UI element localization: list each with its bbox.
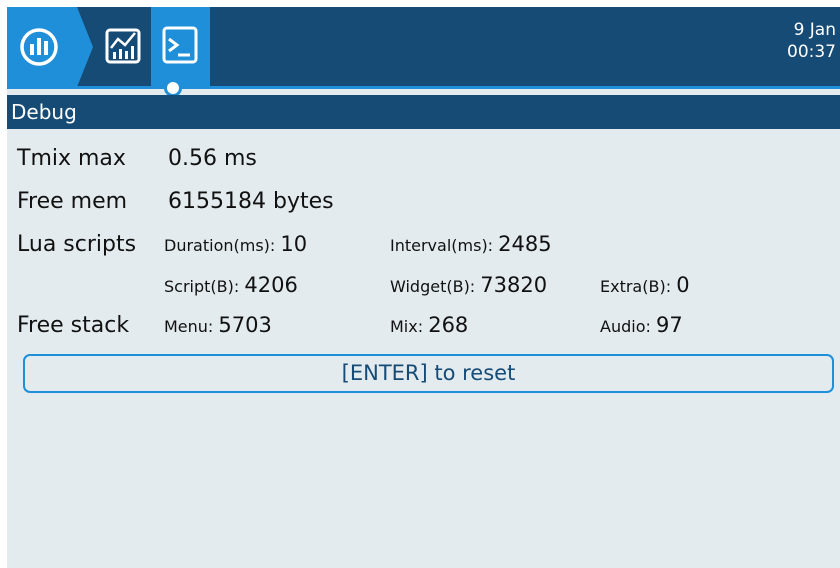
lua-script-mem-value: 4206 <box>244 273 298 297</box>
lua-duration: Duration(ms): 10 <box>164 232 307 256</box>
top-bar: 9 Jan 00:37 <box>7 7 840 97</box>
tmix-value: 0.56 ms <box>168 146 257 171</box>
lua-interval-value: 2485 <box>498 232 552 256</box>
lua-duration-key: Duration(ms): <box>164 236 276 255</box>
stack-mix-value: 268 <box>428 313 469 337</box>
lua-script-mem-key: Script(B): <box>164 277 240 296</box>
stack-mix-key: Mix: <box>390 317 424 336</box>
chart-icon <box>105 28 141 64</box>
stack-menu-key: Menu: <box>164 317 214 336</box>
radio-screen: 9 Jan 00:37 Debug Tmix max 0.56 ms Free … <box>7 7 840 568</box>
free-mem-label: Free mem <box>17 189 128 214</box>
lua-extra-mem-value: 0 <box>676 273 690 297</box>
reset-button[interactable]: [ENTER] to reset <box>23 354 834 393</box>
lua-widget-mem: Widget(B): 73820 <box>390 273 547 297</box>
tab-debug[interactable] <box>151 7 210 87</box>
tmix-label: Tmix max <box>17 146 126 171</box>
stack-audio-value: 97 <box>655 313 683 337</box>
stack-menu-value: 5703 <box>218 313 272 337</box>
stack-mix: Mix: 268 <box>390 313 468 337</box>
free-mem-value: 6155184 bytes <box>168 189 334 214</box>
lua-widget-mem-key: Widget(B): <box>390 277 476 296</box>
lua-interval: Interval(ms): 2485 <box>390 232 552 256</box>
free-stack-label: Free stack <box>17 313 130 338</box>
lua-duration-value: 10 <box>280 232 308 256</box>
lua-extra-mem-key: Extra(B): <box>600 277 672 296</box>
lua-widget-mem-value: 73820 <box>480 273 548 297</box>
stack-audio: Audio: 97 <box>600 313 683 337</box>
stack-menu: Menu: 5703 <box>164 313 272 337</box>
home-tab[interactable] <box>7 7 95 87</box>
clock-time: 00:37 <box>787 42 836 62</box>
lua-script-mem: Script(B): 4206 <box>164 273 298 297</box>
stack-audio-key: Audio: <box>600 317 651 336</box>
clock-date: 9 Jan <box>793 20 836 40</box>
terminal-icon <box>162 26 198 64</box>
tab-underline <box>7 86 840 89</box>
lua-extra-mem: Extra(B): 0 <box>600 273 690 297</box>
tab-statistics[interactable] <box>94 7 152 87</box>
clock: 9 Jan 00:37 <box>787 19 836 63</box>
page-title: Debug <box>7 95 840 129</box>
lua-interval-key: Interval(ms): <box>390 236 494 255</box>
lua-scripts-label: Lua scripts <box>17 232 137 257</box>
